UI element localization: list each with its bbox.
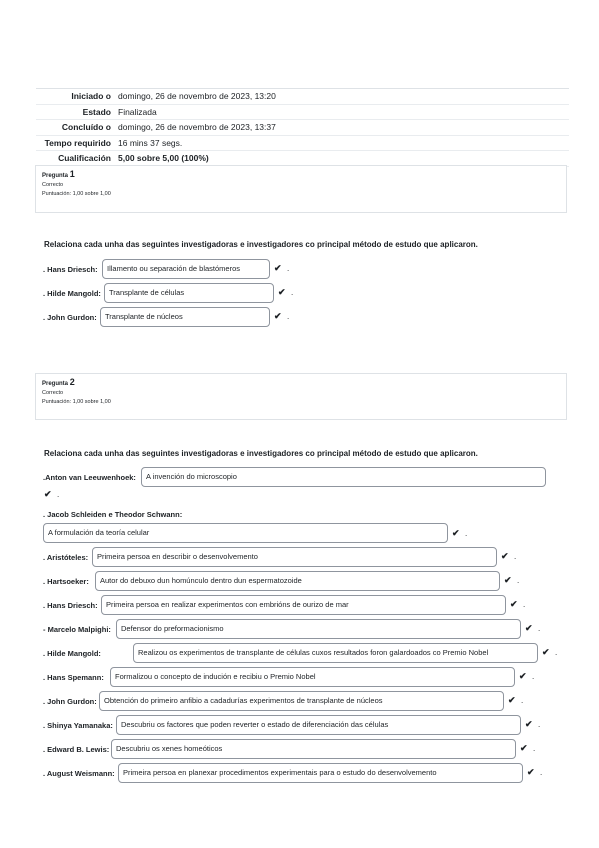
summary-row: Concluído o domingo, 26 de novembro de 2…: [36, 120, 569, 136]
check-icon: ✔: [510, 599, 518, 609]
check-icon: ✔: [519, 671, 527, 681]
question-2-text: Relaciona cada unha das seguintes invest…: [44, 449, 478, 458]
match-label: . John Gurdon:: [43, 697, 97, 706]
answer-select[interactable]: Realizou os experimentos de transplante …: [133, 643, 538, 663]
summary-key: Iniciado o: [71, 91, 111, 101]
check-icon: ✔: [452, 528, 460, 538]
summary-key: Tempo requirido: [44, 137, 111, 148]
check-icon: ✔: [44, 489, 52, 499]
summary-key: Cualificación: [58, 153, 111, 163]
match-label: . Hilde Mangold:: [43, 289, 101, 298]
check-icon: ✔: [508, 695, 516, 705]
match-label: . Shinya Yamanaka:: [43, 721, 113, 730]
summary-row: Estado Finalizada: [36, 105, 569, 120]
answer-select[interactable]: Defensor do preformacionismo: [116, 619, 521, 639]
check-icon: ✔: [278, 287, 286, 297]
answer-select[interactable]: Transplante de núcleos: [100, 307, 270, 327]
match-label: - Marcelo Malpighi:: [43, 625, 111, 634]
question-label: Pregunta: [42, 381, 69, 387]
check-icon: ✔: [525, 719, 533, 729]
match-label: . Jacob Schleiden e Theodor Schwann:: [43, 510, 183, 519]
answer-select[interactable]: A formulación da teoría celular: [43, 523, 448, 543]
match-label: . Hilde Mangold:: [43, 649, 101, 658]
check-icon: ✔: [520, 743, 528, 753]
question-number: 1: [69, 169, 75, 179]
question-number: 2: [69, 377, 75, 387]
summary-value: domingo, 26 de novembro de 2023, 13:37: [118, 122, 276, 132]
check-icon: ✔: [542, 647, 550, 657]
answer-select[interactable]: Primeira persoa en describir o desenvolv…: [92, 547, 497, 567]
summary-value: 5,00 sobre 5,00 (100%): [118, 153, 209, 163]
match-label: . August Weismann:: [43, 769, 115, 778]
summary-key: Estado: [82, 106, 111, 117]
answer-select[interactable]: Primeira persoa en realizar experimentos…: [101, 595, 506, 615]
match-label: .Anton van Leeuwenhoek:: [43, 473, 136, 482]
match-label: . Aristóteles:: [43, 553, 89, 562]
check-icon: ✔: [274, 263, 282, 273]
summary-row: Iniciado o domingo, 26 de novembro de 20…: [36, 89, 569, 105]
check-icon: ✔: [274, 311, 282, 321]
check-icon: ✔: [501, 551, 509, 561]
check-icon: ✔: [527, 767, 535, 777]
match-label: . Hans Spemann:: [43, 673, 104, 682]
answer-select[interactable]: Formalizou o concepto de indución e reci…: [110, 667, 515, 687]
match-label: . Hans Driesch:: [43, 601, 98, 610]
question-state: Correcto: [42, 182, 64, 188]
answer-select[interactable]: Autor do debuxo dun homúnculo dentro dun…: [95, 571, 500, 591]
match-label: . Hartsoeker:: [43, 577, 89, 586]
answer-select[interactable]: Illamento ou separación de blastómeros: [102, 259, 270, 279]
check-icon: ✔: [525, 623, 533, 633]
summary-value: Finalizada: [118, 106, 157, 117]
answer-select[interactable]: Descubriu os xenes homeóticos: [111, 739, 516, 759]
answer-select[interactable]: Transplante de células: [104, 283, 274, 303]
answer-select[interactable]: A invención do microscopio: [141, 467, 546, 487]
question-label: Pregunta: [42, 173, 69, 179]
summary-row: Tempo requirido 16 mins 37 segs.: [36, 136, 569, 151]
summary-key: Concluído o: [61, 122, 111, 132]
question-grade: Puntuación: 1,00 sobre 1,00: [42, 191, 111, 197]
question-2-info: Pregunta 2 Correcto Puntuación: 1,00 sob…: [35, 373, 567, 420]
attempt-summary: Iniciado o domingo, 26 de novembro de 20…: [36, 88, 569, 167]
match-label: . Edward B. Lewis:: [43, 745, 110, 754]
question-state: Correcto: [42, 390, 64, 396]
summary-value: 16 mins 37 segs.: [118, 137, 183, 148]
question-1-info: Pregunta 1 Correcto Puntuación: 1,00 sob…: [35, 165, 567, 213]
question-1-text: Relaciona cada unha das seguintes invest…: [44, 240, 478, 249]
answer-select[interactable]: Obtención do primeiro anfibio a cadadurí…: [99, 691, 504, 711]
match-label: . John Gurdon:: [43, 313, 97, 322]
match-label: . Hans Driesch:: [43, 265, 98, 274]
summary-value: domingo, 26 de novembro de 2023, 13:20: [118, 91, 276, 101]
check-icon: ✔: [504, 575, 512, 585]
answer-select[interactable]: Descubriu os factores que poden reverter…: [116, 715, 521, 735]
question-grade: Puntuación: 1,00 sobre 1,00: [42, 399, 111, 405]
answer-select[interactable]: Primeira persoa en planexar procedimento…: [118, 763, 523, 783]
